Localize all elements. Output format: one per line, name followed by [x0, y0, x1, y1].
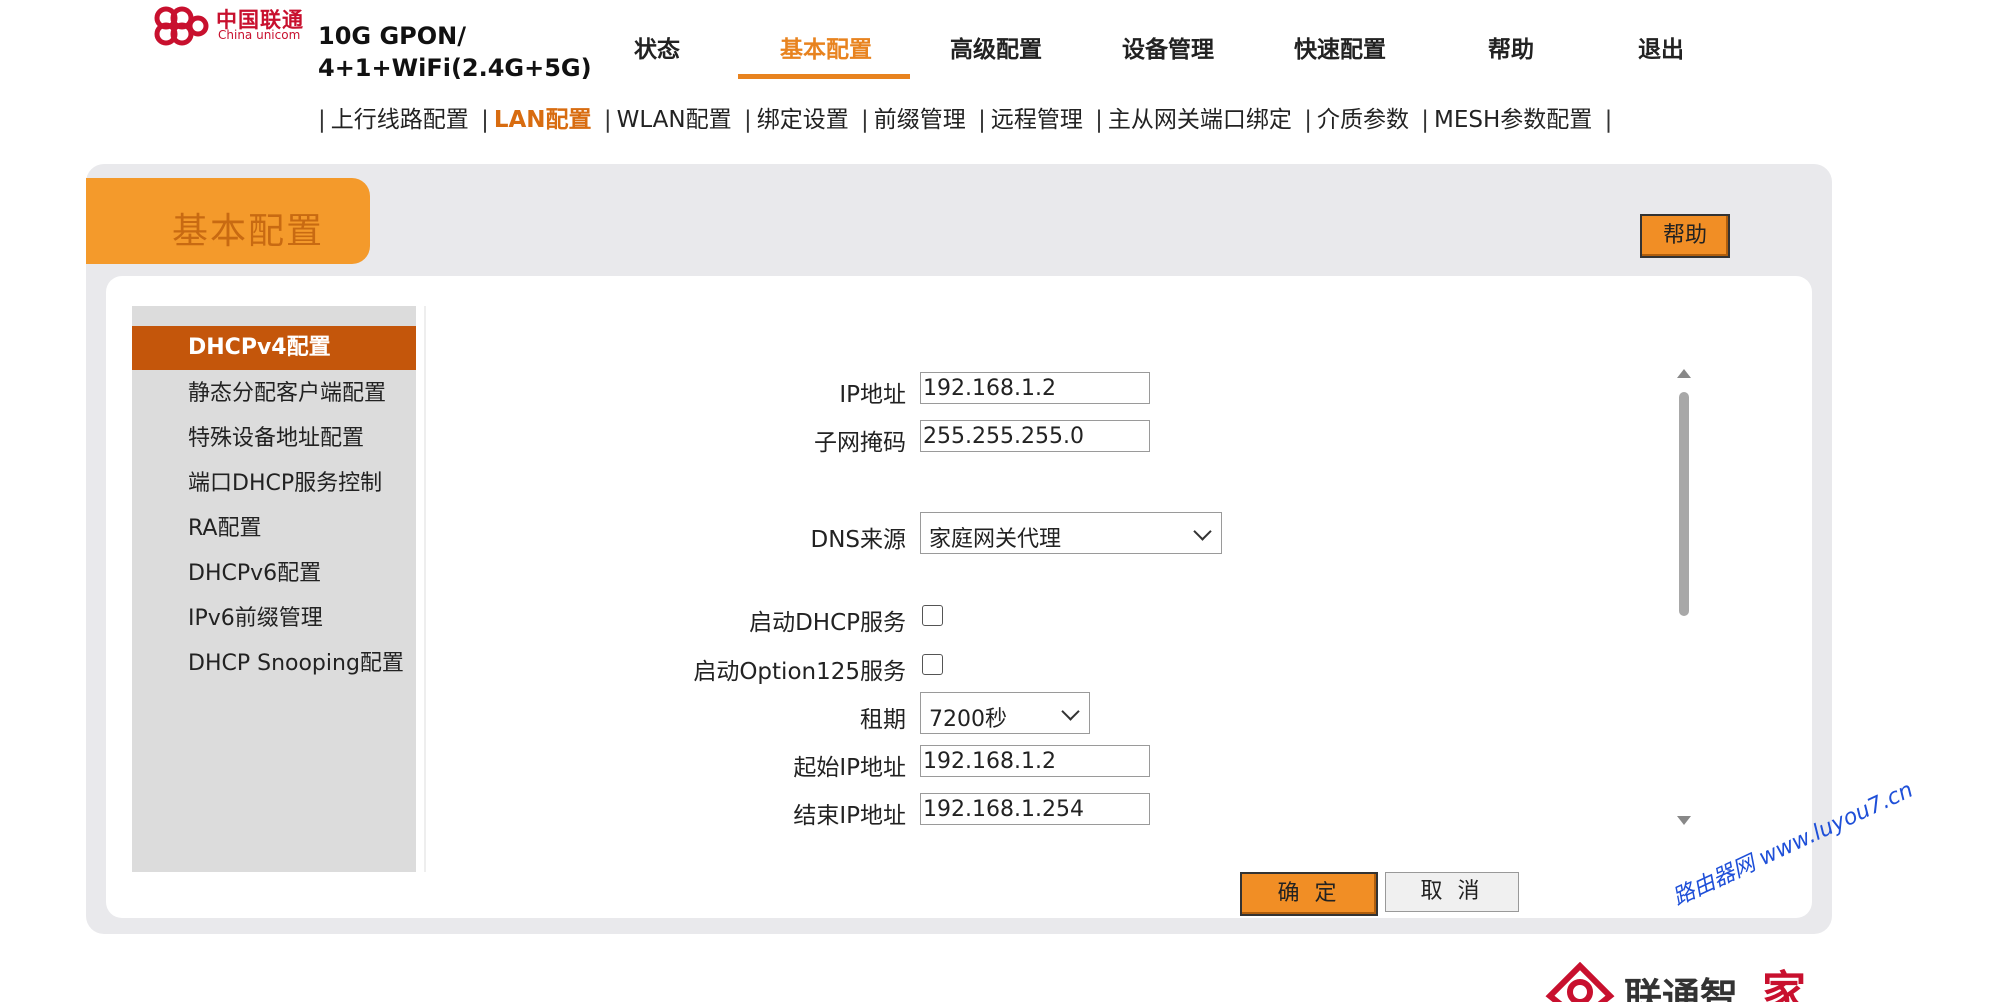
- menu-label: 静态分配客户端配置: [188, 381, 387, 406]
- menu-ipv6-prefix[interactable]: IPv6前缀管理: [132, 597, 416, 641]
- help-button[interactable]: 帮助: [1640, 214, 1730, 258]
- menu-label: DHCPv4配置: [188, 335, 331, 360]
- subnav-mesh[interactable]: MESH参数配置: [1434, 107, 1592, 133]
- confirm-button[interactable]: 确 定: [1240, 872, 1378, 916]
- option125-label: 启动Option125服务: [693, 659, 906, 685]
- subnav-prefix[interactable]: 前缀管理: [874, 107, 966, 133]
- nav-help[interactable]: 帮助: [1488, 30, 1534, 64]
- sub-nav-separator: |: [1421, 107, 1429, 133]
- model-line-1: 10G GPON/: [318, 22, 466, 50]
- sub-nav-separator: |: [1095, 107, 1103, 133]
- nav-active-underline: [738, 74, 910, 79]
- scroll-up-arrow-icon[interactable]: [1677, 369, 1691, 378]
- subnav-binding[interactable]: 绑定设置: [757, 107, 849, 133]
- end-ip-input[interactable]: [920, 793, 1150, 825]
- footer-logo-accent: 家: [1762, 967, 1806, 1002]
- lease-select[interactable]: 7200秒: [920, 692, 1090, 734]
- menu-label: IPv6前缀管理: [188, 606, 323, 631]
- menu-static-clients[interactable]: 静态分配客户端配置: [132, 372, 416, 416]
- sub-nav-separator: |: [1604, 107, 1613, 133]
- menu-label: DHCPv6配置: [188, 561, 322, 586]
- end-ip-label: 结束IP地址: [793, 803, 906, 829]
- sub-nav: | 上行线路配置 | LAN配置 | WLAN配置 | 绑定设置 | 前缀管理 | 远程管理…: [313, 100, 1617, 134]
- nav-status[interactable]: 状态: [634, 30, 680, 64]
- nav-logout[interactable]: 退出: [1638, 30, 1684, 64]
- menu-label: RA配置: [188, 516, 262, 541]
- menu-dhcp-snooping[interactable]: DHCP Snooping配置: [132, 642, 416, 686]
- sub-nav-separator: |: [743, 107, 752, 133]
- subnav-uplink[interactable]: 上行线路配置: [331, 107, 469, 133]
- mask-input[interactable]: [920, 420, 1150, 452]
- nav-device-management[interactable]: 设备管理: [1122, 30, 1214, 64]
- mask-label: 子网掩码: [814, 430, 906, 456]
- chevron-down-icon: [1061, 702, 1080, 721]
- nav-basic-config[interactable]: 基本配置: [780, 30, 872, 64]
- footer-logo: 联通智 家: [1540, 956, 1830, 1002]
- nav-advanced-config[interactable]: 高级配置: [950, 30, 1042, 64]
- scrollbar-thumb[interactable]: [1679, 392, 1689, 616]
- menu-divider: [424, 306, 426, 872]
- menu-label: DHCP Snooping配置: [188, 651, 404, 676]
- left-menu: DHCPv4配置 静态分配客户端配置 特殊设备地址配置 端口DHCP服务控制 R…: [132, 306, 416, 872]
- start-ip-input[interactable]: [920, 745, 1150, 777]
- start-ip-label: 起始IP地址: [793, 755, 906, 781]
- ip-label: IP地址: [839, 382, 906, 408]
- sub-nav-separator: |: [603, 107, 612, 133]
- dns-select[interactable]: 家庭网关代理: [920, 512, 1222, 554]
- menu-dhcpv6[interactable]: DHCPv6配置: [132, 552, 416, 596]
- scroll-down-arrow-icon[interactable]: [1677, 816, 1691, 825]
- unicom-knot-icon: [154, 6, 209, 46]
- page-title-tab: 基本配置: [86, 178, 370, 264]
- unicom-knot-icon: [1545, 962, 1615, 1002]
- chevron-down-icon: [1193, 522, 1212, 541]
- sub-nav-separator: |: [481, 107, 489, 133]
- lease-label: 租期: [860, 707, 906, 733]
- subnav-lan[interactable]: LAN配置: [494, 107, 592, 133]
- logo-en: China unicom: [218, 28, 301, 42]
- dhcp-label: 启动DHCP服务: [749, 610, 906, 636]
- nav-quick-config[interactable]: 快速配置: [1294, 30, 1386, 64]
- subnav-remote[interactable]: 远程管理: [991, 107, 1083, 133]
- subnav-wlan[interactable]: WLAN配置: [617, 107, 732, 133]
- china-unicom-logo: 中国联通 China unicom: [148, 0, 318, 56]
- menu-port-dhcp[interactable]: 端口DHCP服务控制: [132, 462, 416, 506]
- sub-nav-separator: |: [1304, 107, 1312, 133]
- subnav-medium[interactable]: 介质参数: [1317, 107, 1409, 133]
- option125-checkbox[interactable]: [922, 654, 943, 675]
- sub-nav-separator: |: [978, 107, 986, 133]
- page-title: 基本配置: [172, 211, 325, 252]
- menu-dhcpv4[interactable]: DHCPv4配置: [132, 326, 416, 370]
- lease-value: 7200秒: [929, 707, 1007, 732]
- menu-label: 特殊设备地址配置: [188, 426, 365, 451]
- dns-label: DNS来源: [810, 527, 906, 553]
- footer-logo-text: 联通智: [1624, 975, 1739, 1002]
- dns-value: 家庭网关代理: [929, 527, 1062, 552]
- sub-nav-separator: |: [861, 107, 869, 133]
- menu-label: 端口DHCP服务控制: [188, 471, 383, 496]
- device-model: 10G GPON/ 4+1+WiFi(2.4G+5G): [318, 20, 592, 84]
- subnav-master-slave[interactable]: 主从网关端口绑定: [1108, 107, 1292, 133]
- sub-nav-separator: |: [318, 107, 326, 133]
- dhcp-checkbox[interactable]: [922, 605, 943, 626]
- menu-special-devices[interactable]: 特殊设备地址配置: [132, 417, 416, 461]
- model-line-2: 4+1+WiFi(2.4G+5G): [318, 54, 592, 82]
- cancel-button[interactable]: 取 消: [1385, 872, 1519, 912]
- ip-input[interactable]: [920, 372, 1150, 404]
- menu-ra[interactable]: RA配置: [132, 507, 416, 551]
